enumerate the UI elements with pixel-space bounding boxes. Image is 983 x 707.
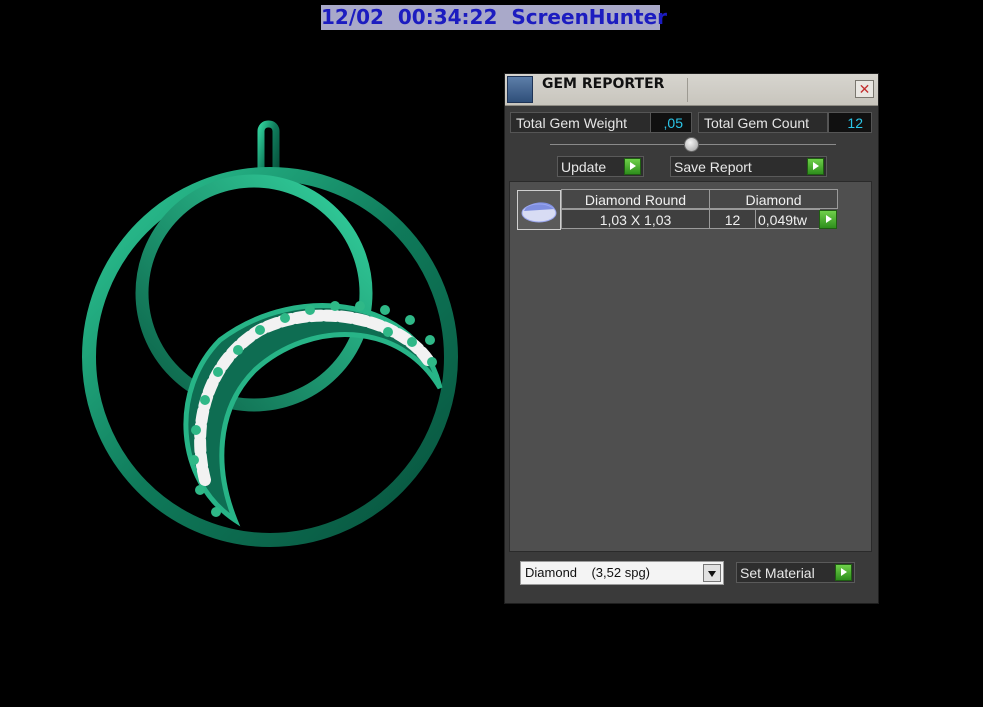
total-gem-weight-value: ,05: [650, 112, 692, 133]
close-icon[interactable]: ✕: [855, 80, 874, 98]
update-button-label: Update: [561, 159, 607, 175]
set-material-button-label: Set Material: [740, 565, 815, 581]
table-header-shape: Diamond Round: [561, 189, 710, 209]
gem-count-cell: 12: [709, 209, 756, 229]
save-report-button[interactable]: Save Report: [670, 156, 827, 177]
gem-row-detail-button[interactable]: [819, 210, 837, 229]
update-button[interactable]: Update: [557, 156, 644, 177]
total-gem-count-value: 12: [828, 112, 872, 133]
model-viewport[interactable]: [0, 0, 500, 707]
play-arrow-icon: [624, 158, 641, 175]
gem-weight-cell: 0,049tw: [755, 209, 820, 229]
slider-handle[interactable]: [684, 137, 699, 152]
material-select[interactable]: Diamond (3,52 spg): [520, 561, 724, 585]
gem-reporter-titlebar[interactable]: GEM REPORTER ✕: [505, 74, 878, 106]
material-select-value: Diamond (3,52 spg): [525, 565, 651, 580]
gem-size-cell: 1,03 X 1,03: [561, 209, 710, 229]
gem-list[interactable]: Diamond Round Diamond 1,03 X 1,03 12 0,0…: [509, 181, 872, 552]
pendant-model: [82, 120, 458, 547]
total-gem-count-label: Total Gem Count: [698, 112, 828, 133]
play-arrow-icon: [835, 564, 852, 581]
save-report-button-label: Save Report: [674, 159, 752, 175]
titlebar-divider: [687, 78, 688, 102]
set-material-button[interactable]: Set Material: [736, 562, 855, 583]
diamond-gem-icon: [521, 202, 557, 223]
total-gem-weight-label: Total Gem Weight: [510, 112, 651, 133]
gem-reporter-title: GEM REPORTER: [542, 76, 665, 92]
table-header-material: Diamond: [709, 189, 838, 209]
gem-reporter-app-icon: [507, 76, 533, 103]
gem-thumbnail[interactable]: [517, 190, 561, 230]
play-arrow-icon: [807, 158, 824, 175]
chevron-down-icon[interactable]: [703, 564, 721, 582]
gem-reporter-panel: GEM REPORTER ✕ Total Gem Weight ,05 Tota…: [504, 73, 879, 604]
